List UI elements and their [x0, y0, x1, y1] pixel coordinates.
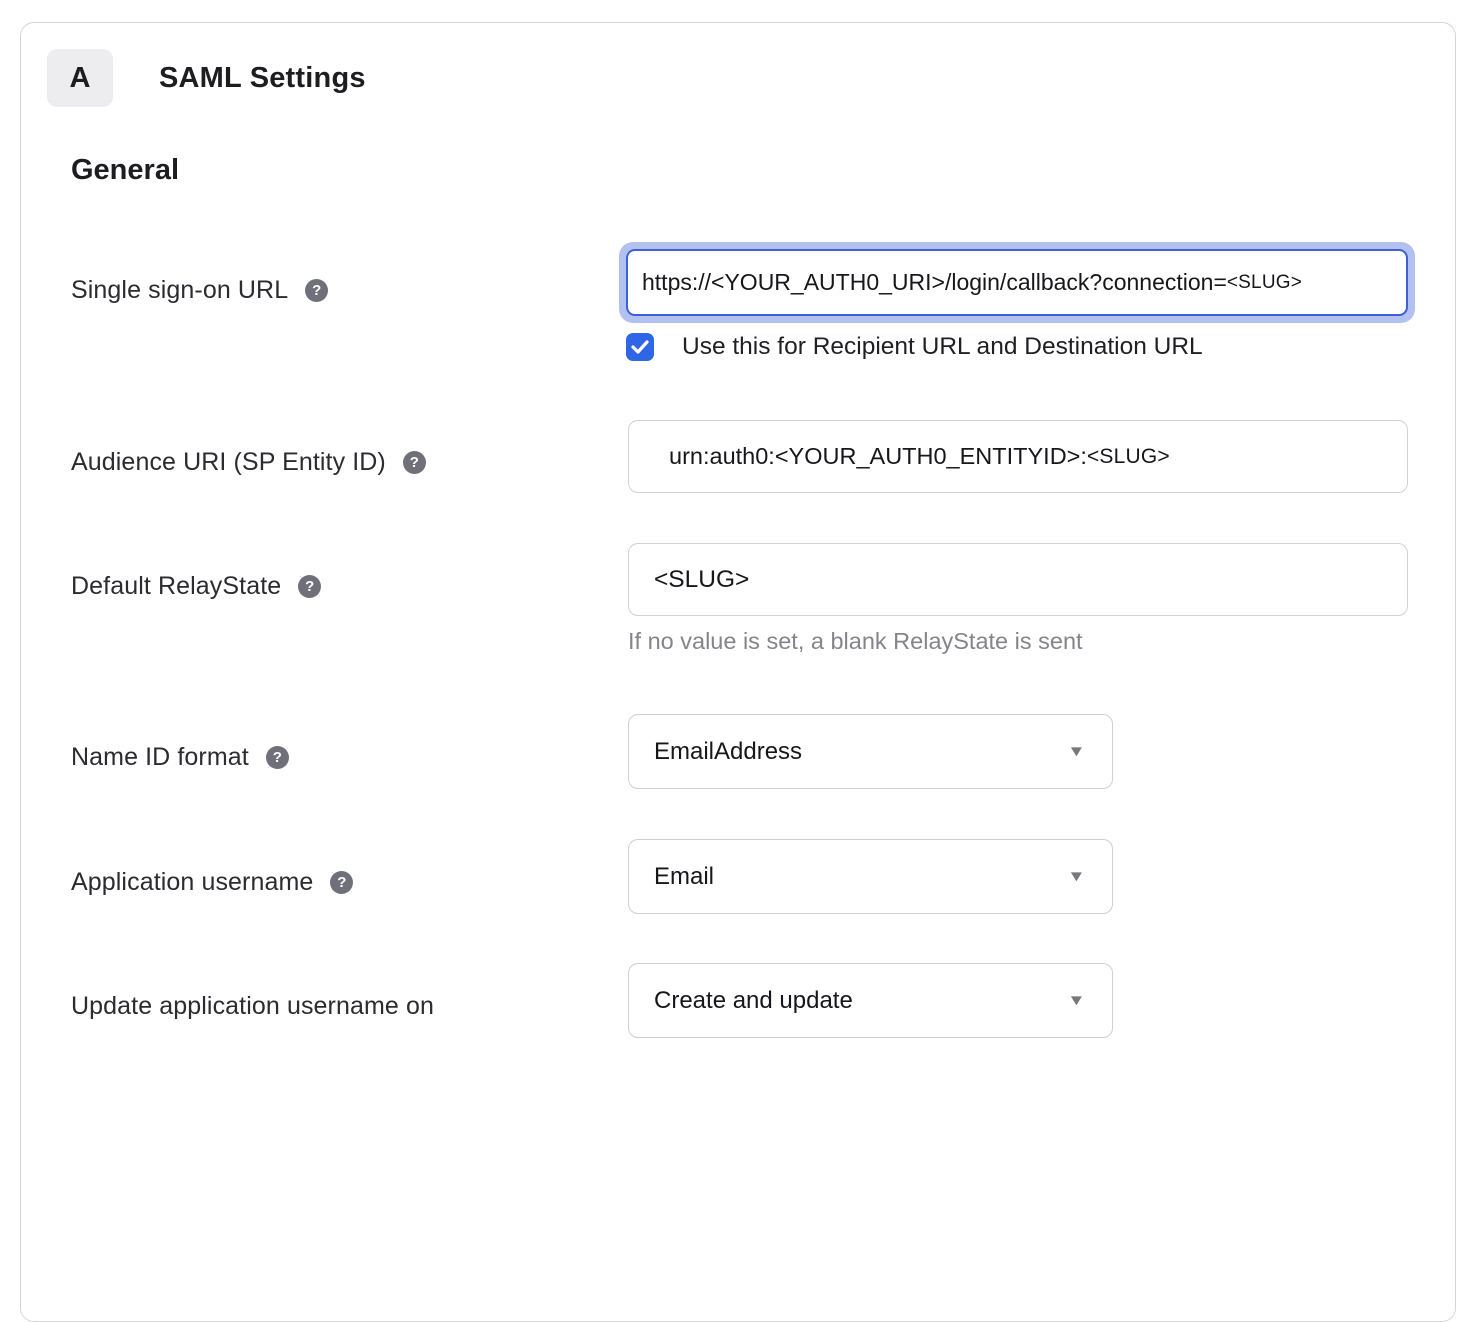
relay-state-input[interactable]: <SLUG> — [628, 543, 1408, 616]
help-icon[interactable]: ? — [330, 871, 353, 894]
sso-url-focus-ring: https://<YOUR_AUTH0_URI>/login/callback?… — [619, 242, 1415, 323]
app-username-dropdown[interactable]: Email ▼ — [628, 839, 1113, 914]
help-icon[interactable]: ? — [298, 575, 321, 598]
app-username-label-text: Application username — [71, 868, 313, 897]
name-id-format-value: EmailAddress — [654, 738, 802, 766]
relay-state-value: <SLUG> — [654, 566, 749, 594]
card-header: A SAML Settings — [47, 49, 366, 107]
help-icon[interactable]: ? — [403, 451, 426, 474]
help-icon[interactable]: ? — [305, 279, 328, 302]
dropdown-caret-icon: ▼ — [1067, 992, 1086, 1009]
step-badge: A — [47, 49, 113, 107]
recipient-url-checkbox-label: Use this for Recipient URL and Destinati… — [682, 333, 1203, 361]
name-id-format-dropdown[interactable]: EmailAddress ▼ — [628, 714, 1113, 789]
update-app-username-label: Update application username on — [71, 992, 434, 1021]
section-title-general: General — [71, 154, 179, 187]
audience-uri-value-slug: <SLUG> — [1087, 445, 1170, 469]
help-icon[interactable]: ? — [266, 746, 289, 769]
update-app-username-label-text: Update application username on — [71, 992, 434, 1021]
audience-uri-label: Audience URI (SP Entity ID) ? — [71, 448, 426, 477]
page-title: SAML Settings — [159, 62, 366, 95]
update-app-username-dropdown[interactable]: Create and update ▼ — [628, 963, 1113, 1038]
relay-state-label-text: Default RelayState — [71, 572, 281, 601]
name-id-format-label-text: Name ID format — [71, 743, 249, 772]
sso-url-value-slug: <SLUG> — [1227, 272, 1302, 294]
relay-state-helper-text: If no value is set, a blank RelayState i… — [628, 628, 1083, 655]
sso-url-label-text: Single sign-on URL — [71, 276, 288, 305]
checkmark-icon — [631, 340, 649, 354]
audience-uri-input[interactable]: urn:auth0:<YOUR_AUTH0_ENTITYID>:<SLUG> — [628, 420, 1408, 493]
app-username-value: Email — [654, 863, 714, 891]
name-id-format-label: Name ID format ? — [71, 743, 289, 772]
sso-url-label: Single sign-on URL ? — [71, 276, 328, 305]
app-username-label: Application username ? — [71, 868, 353, 897]
step-badge-letter: A — [70, 62, 91, 95]
audience-uri-label-text: Audience URI (SP Entity ID) — [71, 448, 386, 477]
dropdown-caret-icon: ▼ — [1067, 868, 1086, 885]
recipient-url-checkbox-row: Use this for Recipient URL and Destinati… — [626, 333, 1203, 361]
sso-url-input[interactable]: https://<YOUR_AUTH0_URI>/login/callback?… — [626, 249, 1408, 316]
saml-settings-card: A SAML Settings General Single sign-on U… — [20, 22, 1456, 1322]
recipient-url-checkbox[interactable] — [626, 333, 654, 361]
dropdown-caret-icon: ▼ — [1067, 743, 1086, 760]
sso-url-value: https://<YOUR_AUTH0_URI>/login/callback?… — [642, 269, 1227, 296]
relay-state-label: Default RelayState ? — [71, 572, 321, 601]
update-app-username-value: Create and update — [654, 987, 853, 1015]
audience-uri-value: urn:auth0:<YOUR_AUTH0_ENTITYID>: — [669, 443, 1087, 470]
